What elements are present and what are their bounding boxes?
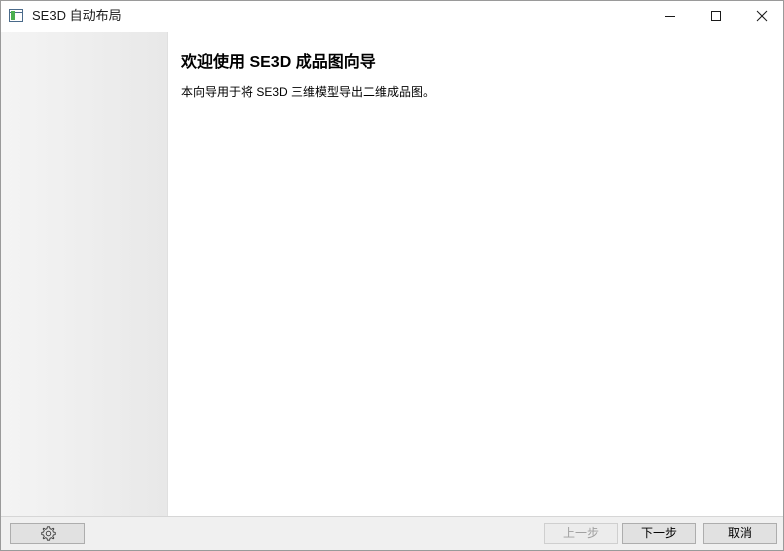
- maximize-icon: [711, 11, 721, 21]
- next-button[interactable]: 下一步: [622, 523, 696, 544]
- minimize-icon: [665, 16, 675, 17]
- cancel-button[interactable]: 取消: [703, 523, 777, 544]
- app-window-icon: [9, 9, 23, 22]
- maximize-button[interactable]: [693, 1, 739, 32]
- wizard-window: SE3D 自动布局 欢迎使用 SE3D 成品图向导 本向导用于将 SE3D 三维…: [0, 0, 784, 551]
- page-title: 欢迎使用 SE3D 成品图向导: [181, 54, 376, 71]
- close-button[interactable]: [739, 1, 783, 32]
- page-description: 本向导用于将 SE3D 三维模型导出二维成品图。: [181, 85, 436, 99]
- window-title: SE3D 自动布局: [32, 8, 122, 23]
- gear-icon: [41, 526, 56, 541]
- wizard-sidebar: [1, 32, 168, 516]
- minimize-button[interactable]: [647, 1, 693, 32]
- title-bar[interactable]: SE3D 自动布局: [1, 1, 783, 32]
- wizard-page: 欢迎使用 SE3D 成品图向导 本向导用于将 SE3D 三维模型导出二维成品图。: [168, 32, 783, 516]
- back-button[interactable]: 上一步: [544, 523, 618, 544]
- settings-button[interactable]: [10, 523, 85, 544]
- button-bar: 上一步 下一步 取消: [1, 516, 783, 550]
- close-icon: [756, 10, 768, 22]
